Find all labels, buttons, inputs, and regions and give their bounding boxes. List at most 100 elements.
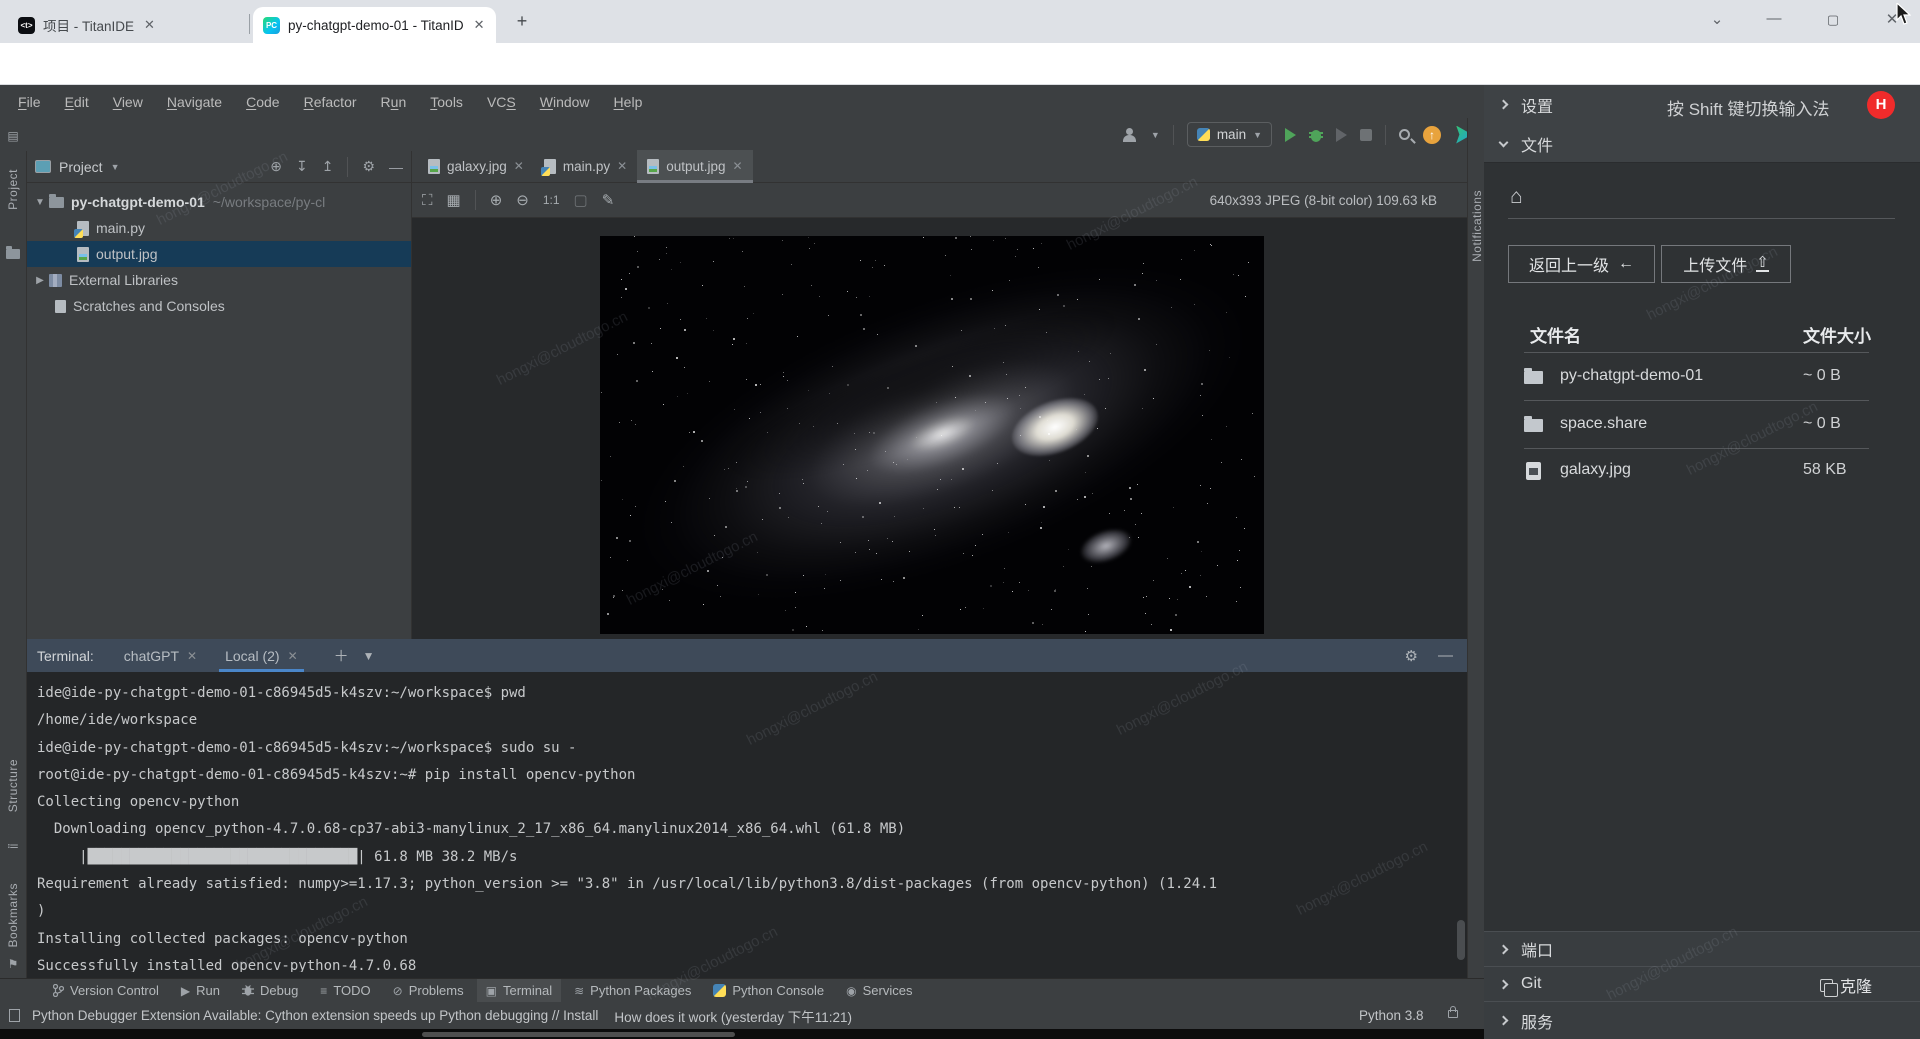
python-interpreter-label[interactable]: Python 3.8	[1359, 1008, 1424, 1023]
chevron-down-icon[interactable]: ▼	[111, 162, 120, 172]
tree-row-outputjpg-selected[interactable]: output.jpg	[27, 241, 411, 267]
ide-update-icon[interactable]: ↑	[1423, 126, 1441, 144]
statusbar-debug[interactable]: Debug	[233, 979, 307, 1003]
structure-icon[interactable]: ≔	[0, 839, 26, 853]
stop-button[interactable]	[1360, 129, 1372, 141]
statusbar-todo[interactable]: ≡TODO	[311, 979, 379, 1003]
file-row-folder[interactable]: py-chatgpt-demo-01 ~ 0 B	[1484, 354, 1920, 402]
gear-icon[interactable]: ⚙	[362, 158, 375, 175]
infobar-secondary[interactable]: How does it work (yesterday 下午11:21)	[614, 1006, 852, 1026]
menu-view[interactable]: View	[103, 91, 153, 113]
menu-navigate[interactable]: Navigate	[157, 91, 232, 113]
window-minimize-button[interactable]: —	[1759, 10, 1789, 27]
menu-vcs[interactable]: VCS	[477, 91, 526, 113]
user-avatar-badge[interactable]: H	[1867, 91, 1895, 119]
chevron-down-icon[interactable]: ▼	[363, 649, 375, 663]
star	[1244, 528, 1245, 529]
run-configuration-select[interactable]: main ▼	[1187, 122, 1272, 147]
zoom-out-icon[interactable]: ⊖	[516, 191, 529, 209]
statusbar-version-control[interactable]: Version Control	[44, 979, 168, 1003]
statusbar-python-packages[interactable]: ≋Python Packages	[565, 979, 700, 1003]
tab-close-icon[interactable]: ✕	[144, 17, 155, 33]
back-up-level-button[interactable]: 返回上一级 ←	[1508, 245, 1655, 283]
menu-tools[interactable]: Tools	[420, 91, 473, 113]
tree-row-mainpy[interactable]: main.py	[27, 215, 411, 241]
actual-size-button[interactable]: 1:1	[543, 193, 560, 207]
new-terminal-plus-icon[interactable]: ＋	[334, 645, 349, 666]
chevron-down-icon[interactable]: ▼	[33, 197, 47, 208]
statusbar-services[interactable]: ◉Services	[837, 979, 921, 1003]
terminal-scrollbar[interactable]	[1457, 920, 1465, 960]
fit-zoom-icon[interactable]: ⛶	[422, 192, 433, 209]
file-row-folder[interactable]: space.share ~ 0 B	[1484, 402, 1920, 450]
collapse-all-icon[interactable]: ↥	[322, 158, 334, 175]
galaxy-image[interactable]	[600, 236, 1264, 634]
debug-button[interactable]	[1309, 127, 1323, 143]
browser-tab-titanide[interactable]: <t> 项目 - TitanIDE ✕	[8, 7, 248, 43]
ports-section-row[interactable]: 端口	[1484, 931, 1920, 966]
services-section-row[interactable]: 服务	[1484, 1001, 1920, 1039]
tab-close-icon[interactable]: ✕	[514, 159, 524, 173]
infobar-message[interactable]: Python Debugger Extension Available: Cyt…	[32, 1008, 598, 1023]
menu-edit[interactable]: Edit	[55, 91, 99, 113]
menu-code[interactable]: Code	[236, 91, 289, 113]
user-icon[interactable]	[1122, 128, 1138, 142]
search-everywhere-icon[interactable]	[1399, 129, 1410, 140]
locate-file-icon[interactable]: ⊕	[270, 158, 282, 175]
pipette-icon[interactable]: ✎	[602, 191, 615, 209]
terminal-tab-chatgpt[interactable]: chatGPT ✕	[118, 639, 203, 672]
files-section-row[interactable]: 文件	[1484, 124, 1920, 163]
statusbar-terminal[interactable]: ▣Terminal	[477, 979, 561, 1003]
tab-close-icon[interactable]: ✕	[288, 649, 298, 663]
menu-run[interactable]: Run	[371, 91, 417, 113]
run-with-coverage-button[interactable]	[1336, 128, 1347, 142]
tab-close-icon[interactable]: ✕	[474, 17, 485, 33]
editor-tab-mainpy[interactable]: main.py ✕	[534, 150, 637, 182]
tool-strip-project-label[interactable]: Project	[6, 169, 20, 210]
editor-tab-galaxy[interactable]: galaxy.jpg ✕	[418, 150, 534, 182]
tree-row-root[interactable]: ▼ py-chatgpt-demo-01 ~/workspace/py-cl	[27, 189, 411, 215]
tree-row-scratches[interactable]: Scratches and Consoles	[27, 293, 411, 319]
menu-refactor[interactable]: Refactor	[294, 91, 367, 113]
clone-button[interactable]: 克隆	[1820, 973, 1872, 997]
tool-strip-bookmarks-label[interactable]: Bookmarks	[6, 883, 20, 948]
menu-file[interactable]: File	[8, 91, 51, 113]
checkered-background-icon[interactable]: ▢	[574, 191, 588, 209]
upload-file-button[interactable]: 上传文件 ⇧	[1661, 245, 1791, 283]
tab-close-icon[interactable]: ✕	[733, 159, 743, 173]
tab-close-icon[interactable]: ✕	[187, 649, 197, 663]
file-row-image[interactable]: galaxy.jpg 58 KB	[1484, 448, 1920, 496]
terminal-tab-local[interactable]: Local (2) ✕	[219, 639, 304, 672]
project-tool-icon[interactable]: ▤	[0, 129, 26, 143]
tree-row-external-libraries[interactable]: ▶ External Libraries	[27, 267, 411, 293]
editor-tab-outputjpg[interactable]: output.jpg ✕	[637, 150, 752, 182]
run-button[interactable]	[1285, 128, 1296, 142]
statusbar-run[interactable]: ▶Run	[172, 979, 229, 1003]
terminal-hide-icon[interactable]: —	[1438, 647, 1453, 665]
terminal-settings-gear-icon[interactable]: ⚙	[1405, 647, 1418, 665]
star	[1051, 609, 1052, 610]
statusbar-python-console[interactable]: Python Console	[704, 979, 833, 1003]
tool-strip-structure-label[interactable]: Structure	[6, 759, 20, 812]
menu-help[interactable]: Help	[604, 91, 653, 113]
grid-icon[interactable]: ▦	[447, 191, 461, 209]
tool-strip-notifications-label[interactable]: Notifications	[1470, 190, 1484, 262]
statusbar-problems[interactable]: ⊘Problems	[384, 979, 473, 1003]
project-view-label[interactable]: Project	[59, 159, 103, 175]
bookmark-icon[interactable]: ⚑	[0, 957, 26, 971]
terminal-output[interactable]: ide@ide-py-chatgpt-demo-01-c86945d5-k4sz…	[27, 672, 1467, 972]
git-section-row[interactable]: Git 克隆	[1484, 966, 1920, 1001]
tab-close-icon[interactable]: ✕	[617, 159, 627, 173]
chevron-right-icon[interactable]: ▶	[33, 275, 47, 286]
window-maximize-button[interactable]: ▢	[1818, 12, 1848, 28]
folder-icon[interactable]	[6, 249, 20, 259]
new-tab-button[interactable]: +	[512, 12, 532, 32]
event-log-icon[interactable]	[9, 1009, 20, 1022]
tab-search-chevron-icon[interactable]: ⌄	[1702, 10, 1732, 28]
home-icon[interactable]: ⌂	[1510, 185, 1523, 209]
zoom-in-icon[interactable]: ⊕	[490, 191, 503, 209]
browser-tab-pycharm[interactable]: PC py-chatgpt-demo-01 - TitanID ✕	[253, 7, 496, 43]
hide-panel-icon[interactable]: —	[389, 159, 403, 175]
menu-window[interactable]: Window	[530, 91, 600, 113]
expand-all-icon[interactable]: ↧	[296, 158, 308, 175]
